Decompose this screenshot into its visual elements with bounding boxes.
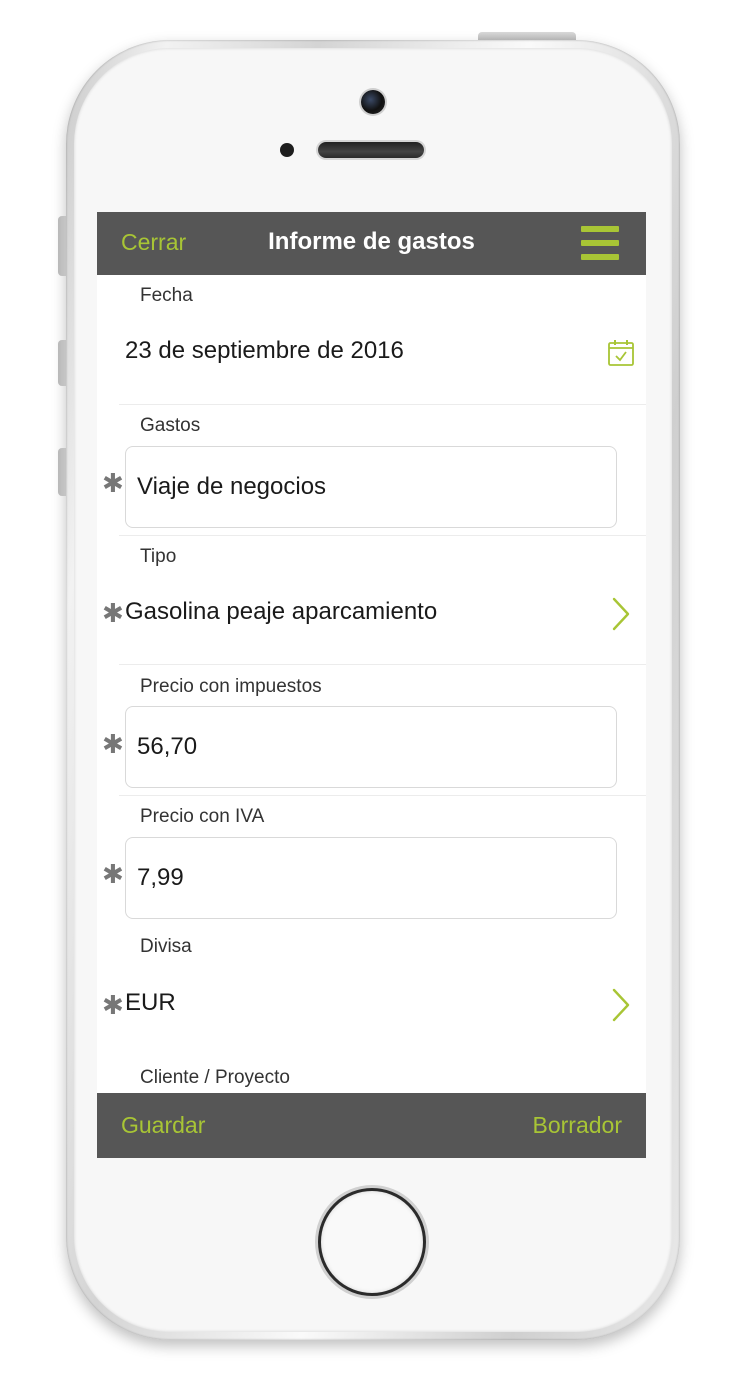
divider [119,535,646,536]
front-camera [361,90,385,114]
expense-input-value: Viaje de negocios [137,473,327,500]
type-value[interactable]: Gasolina peaje aparcamiento [125,598,437,626]
expense-label: Gastos [140,415,201,436]
divider [119,795,646,796]
page-title: Informe de gastos [268,228,475,255]
calendar-icon[interactable] [607,339,635,367]
price-with-tax-input[interactable]: 56,70 [125,706,617,788]
top-nav-bar: Cerrar Informe de gastos [97,212,646,275]
app-screen: Cerrar Informe de gastos Fecha 23 de sep… [97,212,646,1158]
date-label: Fecha [140,285,193,306]
chevron-right-icon[interactable] [611,597,631,631]
price-with-tax-label: Precio con impuestos [140,676,322,697]
currency-label: Divisa [140,936,192,957]
price-with-tax-value: 56,70 [137,733,198,760]
required-mark: ✱ [102,598,124,628]
type-label: Tipo [140,546,177,567]
hamburger-menu-icon[interactable] [581,224,619,262]
save-button[interactable]: Guardar [121,1112,205,1139]
proximity-sensor [280,143,294,157]
bottom-toolbar: Guardar Borrador [97,1093,646,1158]
home-button[interactable] [318,1188,426,1296]
divider [119,404,646,405]
divider [119,664,646,665]
currency-value[interactable]: EUR [125,989,176,1017]
expense-input[interactable]: Viaje de negocios [125,446,617,528]
draft-button[interactable]: Borrador [533,1112,622,1139]
client-project-label: Cliente / Proyecto [140,1067,290,1088]
required-mark: ✱ [102,990,124,1020]
chevron-right-icon[interactable] [611,988,631,1022]
device-stage: Cerrar Informe de gastos Fecha 23 de sep… [0,0,736,1396]
required-mark: ✱ [102,859,124,889]
earpiece-speaker [318,142,424,158]
price-with-vat-label: Precio con IVA [140,806,265,827]
date-value[interactable]: 23 de septiembre de 2016 [125,337,404,365]
required-mark: ✱ [102,468,124,498]
required-mark: ✱ [102,729,124,759]
price-with-vat-value: 7,99 [137,864,184,891]
price-with-vat-input[interactable]: 7,99 [125,837,617,919]
